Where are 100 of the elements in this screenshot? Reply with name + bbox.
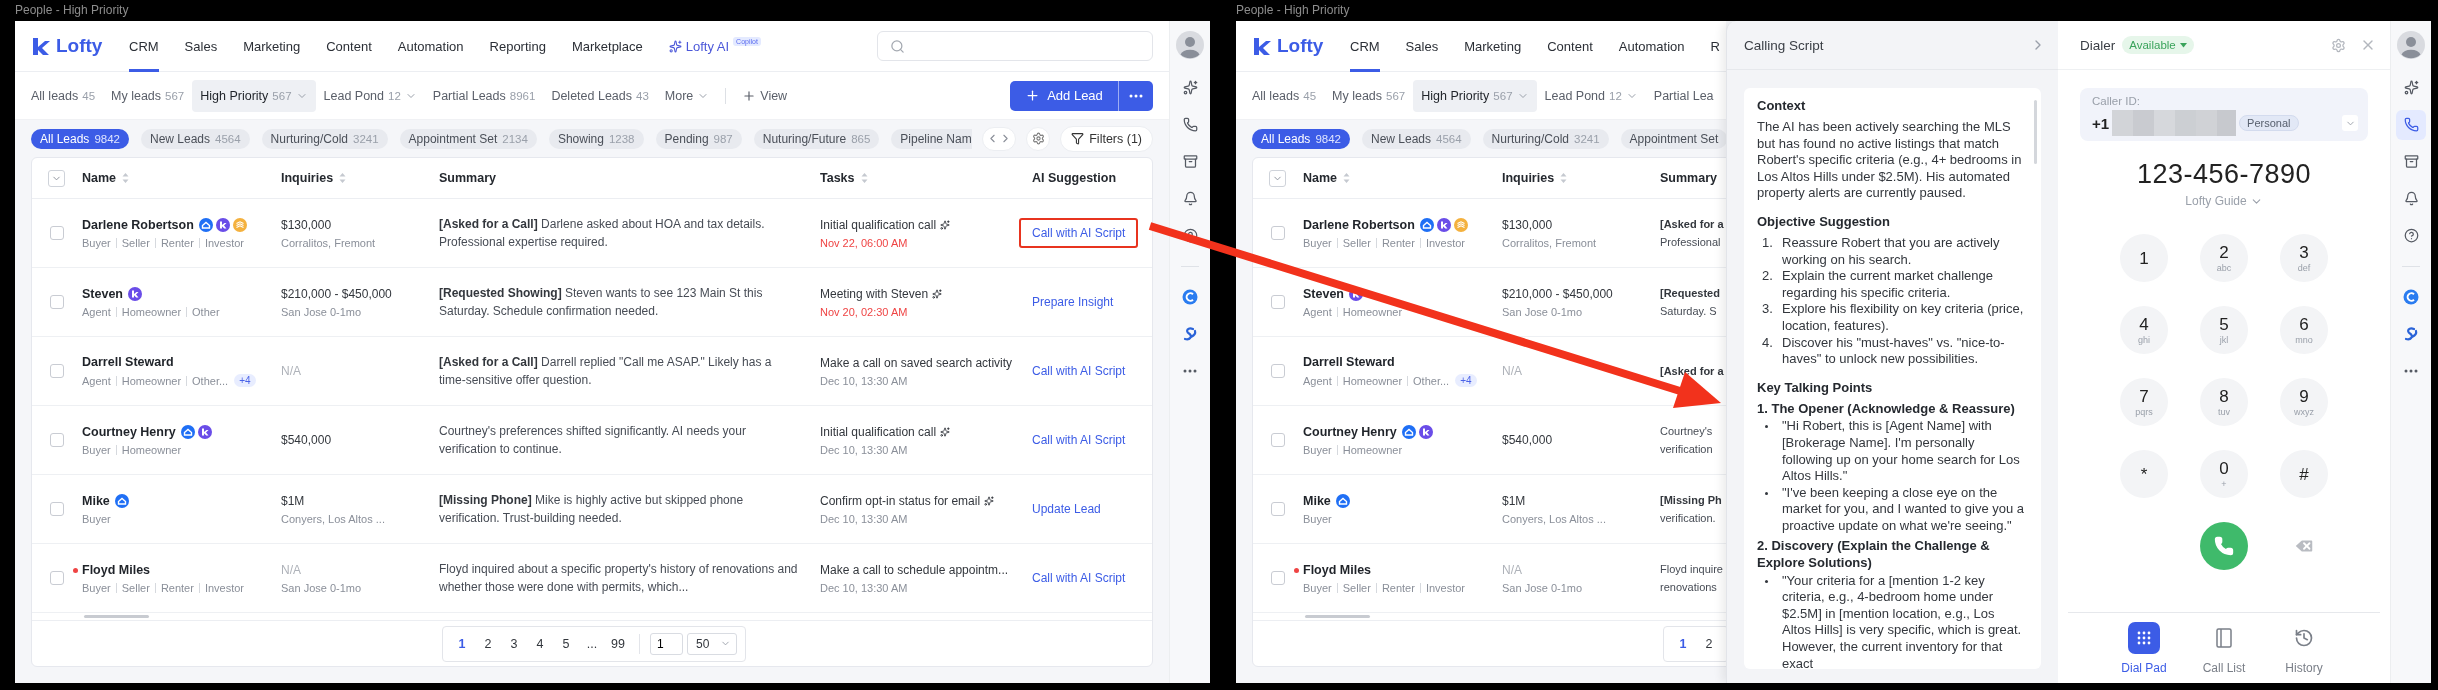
- view-tab[interactable]: Partial Leads 8961: [424, 79, 544, 112]
- lead-name[interactable]: Darlene Robertson: [1303, 217, 1415, 232]
- page-button[interactable]: 1: [451, 636, 473, 651]
- add-view-button[interactable]: View: [734, 79, 796, 112]
- lead-name[interactable]: Steven: [82, 286, 123, 301]
- view-tab[interactable]: Lead Pond 12: [315, 79, 425, 112]
- view-tab[interactable]: Deleted Leads 43: [543, 79, 657, 112]
- row-checkbox[interactable]: [50, 502, 64, 516]
- caller-id-select[interactable]: Caller ID: +1 Personal: [2080, 88, 2368, 141]
- rail-button[interactable]: [2396, 109, 2426, 140]
- dial-key[interactable]: 1: [2120, 234, 2168, 282]
- lead-name[interactable]: Steven: [1303, 286, 1344, 301]
- dialer-tab[interactable]: Call List: [2184, 621, 2264, 675]
- dial-key[interactable]: 9 wxyz: [2280, 378, 2328, 426]
- page-button[interactable]: 2: [477, 636, 499, 651]
- view-tab[interactable]: More: [656, 79, 718, 112]
- nav-tab[interactable]: Marketing: [243, 21, 301, 72]
- settings-icon[interactable]: [2331, 37, 2346, 53]
- view-tab[interactable]: My leads 567: [103, 79, 193, 112]
- select-all-dropdown[interactable]: [1269, 169, 1286, 187]
- stage-chip[interactable]: All Leads 9842: [1252, 128, 1350, 149]
- stage-chip[interactable]: Nurturing/Cold 3241: [1482, 128, 1609, 149]
- stage-chip[interactable]: Showing 1238: [548, 128, 644, 149]
- add-lead-split-button[interactable]: Add Lead: [1010, 80, 1153, 111]
- stage-chip[interactable]: Appointment Set: [1620, 128, 1726, 149]
- sort-icon[interactable]: [1343, 172, 1351, 184]
- sort-icon[interactable]: [1560, 172, 1568, 184]
- scrollbar-thumb[interactable]: [2034, 100, 2037, 164]
- lead-name[interactable]: Mike: [1303, 493, 1331, 508]
- lead-name[interactable]: Courtney Henry: [82, 424, 176, 439]
- lead-name[interactable]: Darrell Steward: [82, 355, 174, 369]
- dialer-tab[interactable]: Dial Pad: [2104, 621, 2184, 675]
- ai-suggestion-link[interactable]: Call with AI Script: [1019, 563, 1139, 593]
- add-lead-button[interactable]: Add Lead: [1010, 80, 1119, 111]
- view-tab[interactable]: All leads 45: [23, 79, 104, 112]
- stage-chip[interactable]: Pipeline Nam: [891, 128, 973, 149]
- stage-chip[interactable]: New Leads 4564: [1361, 128, 1471, 149]
- select-all-dropdown[interactable]: [48, 169, 65, 187]
- dial-key[interactable]: 7 pqrs: [2120, 378, 2168, 426]
- nav-tab[interactable]: Automation: [1618, 21, 1685, 72]
- view-tab[interactable]: High Priority 567: [192, 79, 316, 112]
- row-checkbox[interactable]: [1271, 364, 1285, 378]
- page-size-select[interactable]: 50: [687, 632, 737, 655]
- dial-key[interactable]: 6 mno: [2280, 306, 2328, 354]
- nav-tab[interactable]: Sales: [184, 21, 218, 72]
- nav-tab[interactable]: Automation: [397, 21, 464, 72]
- dial-key[interactable]: 4 ghi: [2120, 306, 2168, 354]
- lead-name[interactable]: Darlene Robertson: [82, 217, 194, 232]
- dial-key[interactable]: #: [2280, 450, 2328, 498]
- page-button[interactable]: ...: [581, 636, 603, 651]
- page-button[interactable]: 5: [555, 636, 577, 651]
- nav-tab[interactable]: Sales: [1405, 21, 1439, 72]
- call-button[interactable]: [2200, 522, 2248, 570]
- view-tab[interactable]: My leads 567: [1324, 79, 1414, 112]
- filters-button[interactable]: Filters (1): [1060, 125, 1153, 152]
- row-checkbox[interactable]: [50, 295, 64, 309]
- lead-name[interactable]: Darrell Steward: [1303, 355, 1395, 369]
- stage-chip[interactable]: All Leads 9842: [31, 128, 129, 149]
- sort-icon[interactable]: [339, 172, 347, 184]
- stage-chip[interactable]: Appointment Set 2134: [399, 128, 537, 149]
- page-button[interactable]: 2: [1698, 636, 1720, 651]
- stage-chip[interactable]: Nurturing/Cold 3241: [261, 128, 388, 149]
- page-button[interactable]: 1: [1672, 636, 1694, 651]
- row-checkbox[interactable]: [1271, 295, 1285, 309]
- nav-tab[interactable]: Content: [326, 21, 372, 72]
- lead-name[interactable]: Mike: [82, 493, 110, 508]
- nav-tab[interactable]: Marketplace: [571, 21, 643, 72]
- row-checkbox[interactable]: [1271, 502, 1285, 516]
- stage-chip[interactable]: Nuturing/Future 865: [753, 128, 880, 149]
- search-field[interactable]: [877, 31, 1153, 61]
- page-input[interactable]: 1: [650, 632, 683, 655]
- dial-key[interactable]: 2 abc: [2200, 234, 2248, 282]
- sort-icon[interactable]: [860, 172, 868, 184]
- ai-suggestion-link[interactable]: Call with AI Script: [1019, 218, 1139, 248]
- row-checkbox[interactable]: [1271, 571, 1285, 585]
- stage-chip[interactable]: Pending 987: [655, 128, 742, 149]
- scrollbar-thumb[interactable]: [84, 615, 149, 618]
- lead-name[interactable]: Floyd Miles: [82, 562, 151, 577]
- scrollbar-thumb[interactable]: [1305, 615, 1370, 618]
- nav-tab[interactable]: Marketing: [1464, 21, 1522, 72]
- page-button[interactable]: 4: [529, 636, 551, 651]
- more-tags-count[interactable]: +4: [234, 374, 256, 387]
- lead-name[interactable]: Floyd Miles: [1303, 562, 1372, 577]
- row-checkbox[interactable]: [50, 364, 64, 378]
- row-checkbox[interactable]: [50, 433, 64, 447]
- nav-tab[interactable]: R: [1710, 21, 1720, 72]
- nav-tab[interactable]: Reporting: [489, 21, 546, 72]
- row-checkbox[interactable]: [50, 226, 64, 240]
- view-tab[interactable]: All leads 45: [1244, 79, 1325, 112]
- nav-tab[interactable]: Content: [1547, 21, 1593, 72]
- lead-name[interactable]: Courtney Henry: [1303, 424, 1397, 439]
- page-button[interactable]: 99: [607, 636, 629, 651]
- settings-button[interactable]: [1026, 126, 1051, 151]
- dial-key[interactable]: *: [2120, 450, 2168, 498]
- sort-icon[interactable]: [122, 172, 130, 184]
- dial-key[interactable]: 5 jkl: [2200, 306, 2248, 354]
- page-button[interactable]: 3: [503, 636, 525, 651]
- ai-suggestion-link[interactable]: Call with AI Script: [1019, 356, 1139, 386]
- row-checkbox[interactable]: [1271, 226, 1285, 240]
- ai-suggestion-link[interactable]: Update Lead: [1019, 494, 1114, 524]
